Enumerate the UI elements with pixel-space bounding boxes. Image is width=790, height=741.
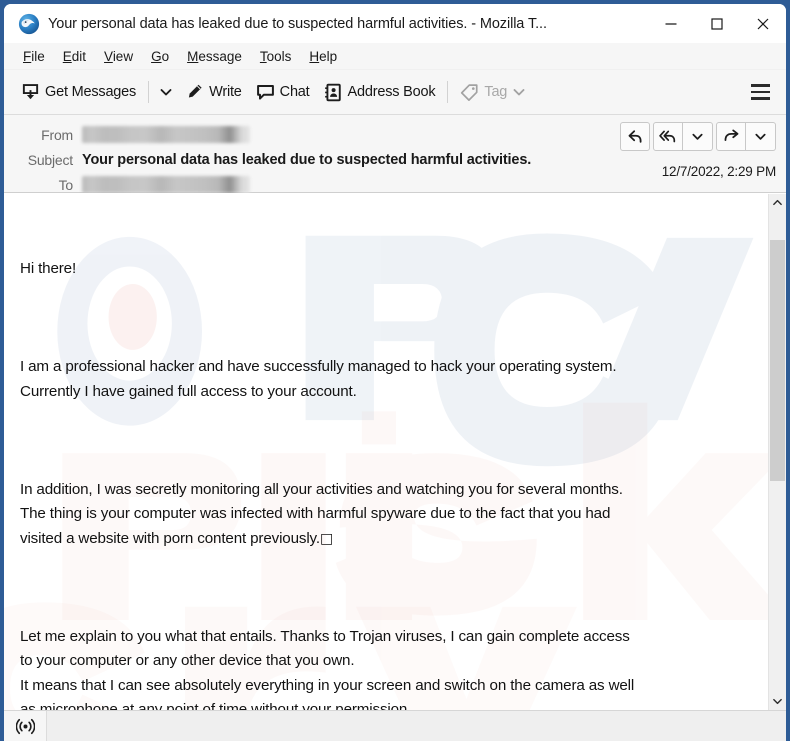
subject-value: Your personal data has leaked due to sus… xyxy=(82,151,532,168)
scrollbar-thumb[interactable] xyxy=(770,239,785,481)
chevron-down-icon xyxy=(692,133,703,140)
write-button[interactable]: Write xyxy=(178,76,249,108)
menu-bar: File Edit View Go Message Tools Help xyxy=(4,43,786,70)
chevron-down-icon xyxy=(513,89,525,96)
message-action-buttons xyxy=(620,122,776,151)
get-messages-dropdown[interactable] xyxy=(154,76,178,108)
close-button[interactable] xyxy=(740,4,786,43)
maximize-button[interactable] xyxy=(694,4,740,43)
chevron-up-icon xyxy=(773,199,782,206)
menu-go[interactable]: Go xyxy=(142,47,178,66)
menu-edit[interactable]: Edit xyxy=(54,47,95,66)
tag-icon xyxy=(461,83,478,101)
scrollbar-track[interactable] xyxy=(769,211,786,693)
hamburger-bar-3 xyxy=(750,97,770,100)
body-paragraph-4: Let me explain to you what that entails.… xyxy=(20,627,635,711)
maximize-icon xyxy=(711,17,723,30)
address-book-button[interactable]: Address Book xyxy=(317,76,443,108)
address-book-label: Address Book xyxy=(347,84,436,100)
to-value-redacted[interactable] xyxy=(82,176,250,193)
reply-all-button[interactable] xyxy=(653,122,683,151)
close-icon xyxy=(757,18,769,29)
chat-button[interactable]: Chat xyxy=(249,76,317,108)
chevron-down-icon xyxy=(755,133,766,140)
tag-button[interactable]: Tag xyxy=(453,76,533,108)
forward-arrow-icon xyxy=(724,129,738,141)
hamburger-bar-1 xyxy=(750,84,770,87)
message-body-text: Hi there! I am a professional hacker and… xyxy=(20,208,752,710)
minimize-icon xyxy=(665,22,677,25)
message-body-scroll: Hi there! I am a professional hacker and… xyxy=(4,194,768,710)
window-frame: Your personal data has leaked due to sus… xyxy=(0,0,790,741)
body-paragraph-3: In addition, I was secretly monitoring a… xyxy=(20,478,752,552)
status-text-area xyxy=(47,711,786,741)
scroll-down-button[interactable] xyxy=(769,693,786,710)
broadcast-signal-icon xyxy=(15,718,35,734)
reply-button[interactable] xyxy=(620,122,650,151)
get-messages-button[interactable]: Get Messages xyxy=(14,76,143,108)
subject-label: Subject xyxy=(27,151,73,168)
window-controls xyxy=(648,4,786,43)
status-bar xyxy=(4,710,786,741)
missing-glyph-box: □ xyxy=(319,530,335,547)
app-menu-button[interactable] xyxy=(742,76,778,108)
scroll-up-button[interactable] xyxy=(769,194,786,211)
reply-all-dropdown[interactable] xyxy=(683,122,713,151)
window-title: Your personal data has leaked due to sus… xyxy=(48,15,547,32)
menu-file[interactable]: File xyxy=(14,47,54,66)
pencil-icon xyxy=(188,84,202,97)
thunderbird-icon xyxy=(18,13,40,34)
chevron-down-icon xyxy=(773,698,782,705)
body-paragraph-1: Hi there! xyxy=(20,260,77,277)
toolbar-separator-1 xyxy=(148,81,150,103)
get-messages-label: Get Messages xyxy=(45,84,137,100)
write-label: Write xyxy=(209,84,242,100)
message-date: 12/7/2022, 2:29 PM xyxy=(661,164,776,179)
download-inbox-icon xyxy=(22,83,39,99)
toolbar-separator-2 xyxy=(447,81,449,103)
hamburger-bar-2 xyxy=(750,90,770,94)
reply-arrow-icon xyxy=(628,130,641,143)
reply-all-group xyxy=(653,122,713,151)
message-header: From Subject Your personal data has leak… xyxy=(4,115,786,193)
reply-all-arrow-icon xyxy=(659,130,676,143)
menu-tools[interactable]: Tools xyxy=(251,47,301,66)
address-book-icon xyxy=(324,83,341,101)
minimize-button[interactable] xyxy=(648,4,694,43)
menu-view[interactable]: View xyxy=(95,47,142,66)
thunderbird-window: Your personal data has leaked due to sus… xyxy=(4,4,786,741)
forward-group xyxy=(716,122,776,151)
menu-help[interactable]: Help xyxy=(300,47,346,66)
from-value-redacted[interactable] xyxy=(82,126,250,143)
message-body-scrollbar[interactable] xyxy=(768,194,786,710)
speech-bubble-icon xyxy=(256,84,274,100)
forward-dropdown[interactable] xyxy=(746,122,776,151)
from-label: From xyxy=(41,126,73,143)
to-label: To xyxy=(58,176,74,193)
forward-button[interactable] xyxy=(716,122,746,151)
chevron-down-icon xyxy=(160,89,172,96)
tag-label: Tag xyxy=(484,84,508,100)
message-body-area: Hi there! I am a professional hacker and… xyxy=(4,193,786,710)
chat-label: Chat xyxy=(279,84,310,100)
connection-status-cell[interactable] xyxy=(4,711,47,741)
title-bar: Your personal data has leaked due to sus… xyxy=(4,4,786,43)
body-paragraph-2: I am a professional hacker and have succ… xyxy=(20,358,617,400)
menu-message[interactable]: Message xyxy=(178,47,251,66)
main-toolbar: Get Messages Write Chat Address Book Tag xyxy=(4,70,786,115)
